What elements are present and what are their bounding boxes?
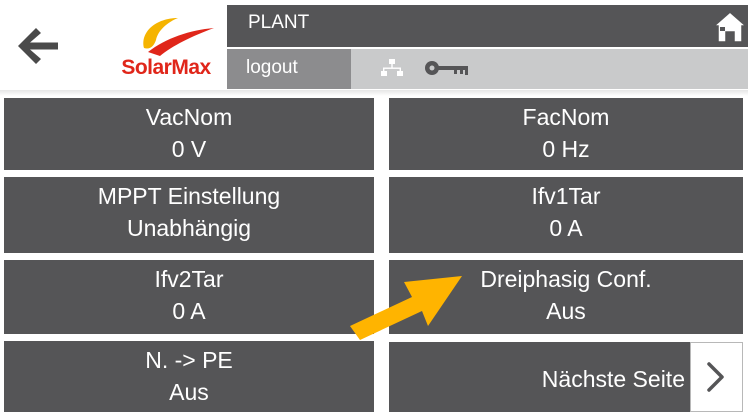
next-page-chevron[interactable]	[690, 342, 743, 412]
back-arrow-icon[interactable]	[14, 24, 62, 68]
key-icon	[425, 61, 468, 75]
tile-value: Aus	[169, 379, 209, 405]
annotation-arrow-icon	[350, 276, 462, 340]
tile-label: Ifv2Tar	[154, 266, 224, 292]
tile-value: 0 A	[549, 215, 583, 241]
tile-vacnom[interactable]: VacNom 0 V	[4, 98, 374, 170]
tile-value: 0 A	[172, 298, 206, 324]
chevron-right-icon	[707, 362, 724, 392]
network-icon	[381, 59, 403, 76]
brand-name: SolarMax	[121, 56, 211, 79]
tile-value: Unabhängig	[126, 215, 252, 241]
tile-label: MPPT Einstellung	[97, 183, 281, 209]
tile-ifv2tar[interactable]: Ifv2Tar 0 A	[4, 260, 374, 334]
tile-label: VacNom	[145, 104, 233, 130]
logout-label: logout	[246, 57, 298, 78]
tile-n-pe[interactable]: N. -> PE Aus	[4, 341, 374, 412]
home-icon[interactable]	[712, 10, 748, 44]
solarmax-logo: SolarMax	[110, 8, 222, 84]
tile-mppt-einstellung[interactable]: MPPT Einstellung Unabhängig	[4, 177, 374, 253]
tile-label: Ifv1Tar	[531, 183, 601, 209]
page-title: PLANT	[248, 12, 310, 33]
tile-label: N. -> PE	[145, 347, 233, 373]
tile-label: FacNom	[522, 104, 610, 130]
tile-ifv1tar[interactable]: Ifv1Tar 0 A	[389, 177, 743, 253]
logout-button[interactable]: logout	[227, 49, 351, 89]
sun-swoosh-icon	[143, 18, 214, 56]
tile-value: 0 Hz	[542, 136, 590, 162]
tile-value: 0 V	[171, 136, 207, 162]
header-divider	[0, 90, 748, 96]
next-page-label: Nächste Seite	[541, 366, 685, 392]
tile-facnom[interactable]: FacNom 0 Hz	[389, 98, 743, 170]
